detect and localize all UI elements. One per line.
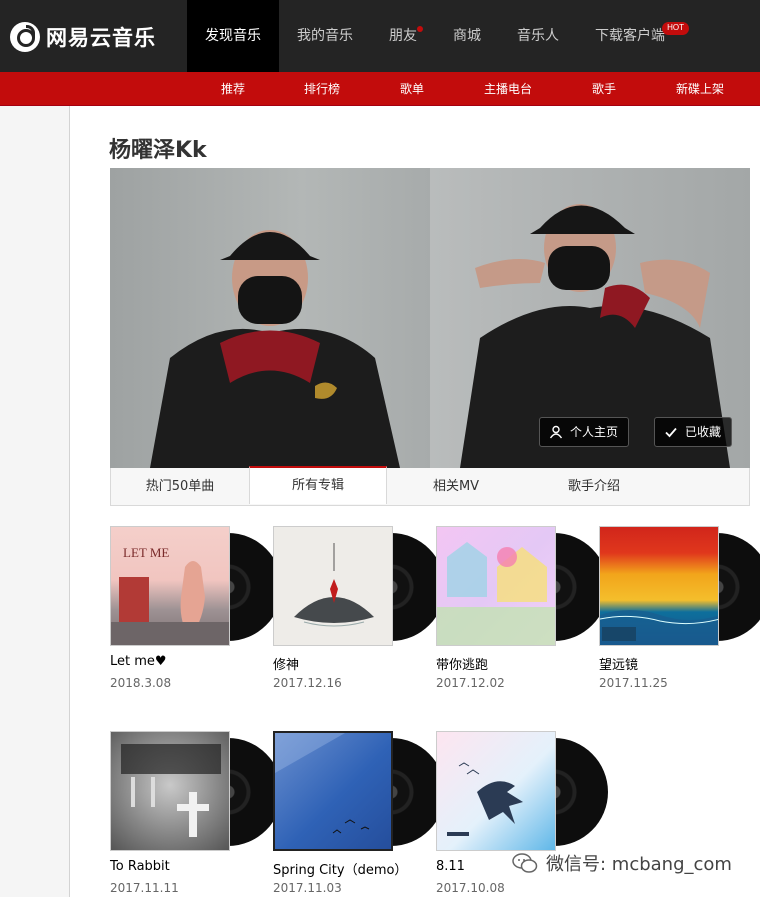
notification-dot [417, 26, 423, 32]
sub-navigation-bar: 推荐 排行榜 歌单 主播电台 歌手 新碟上架 [0, 72, 760, 106]
album-item[interactable]: 望远镜 2017.11.25 [599, 526, 760, 690]
nav-friends[interactable]: 朋友 [371, 0, 435, 72]
nav-musician[interactable]: 音乐人 [499, 0, 577, 72]
album-cover[interactable] [599, 526, 719, 646]
user-icon [549, 425, 563, 439]
album-date: 2017.10.08 [436, 881, 505, 895]
subnav-radio[interactable]: 主播电台 [484, 80, 532, 98]
svg-text:LET ME: LET ME [123, 545, 169, 560]
album-cover[interactable]: LET ME [110, 526, 230, 646]
album-item[interactable]: Spring City（demo） 2017.11.03 [273, 731, 445, 895]
album-cover[interactable] [273, 526, 393, 646]
subnav-recommend[interactable]: 推荐 [221, 80, 245, 98]
artist-tabs: 热门50单曲 所有专辑 相关MV 歌手介绍 [110, 466, 750, 506]
subnav-charts[interactable]: 排行榜 [304, 80, 340, 98]
netease-music-logo[interactable]: 网易云音乐 [10, 20, 156, 54]
top-navigation-bar: 网易云音乐 发现音乐 我的音乐 朋友 商城 音乐人 下载客户端 HOT [0, 0, 760, 72]
album-title[interactable]: To Rabbit [110, 859, 170, 874]
nav-discover[interactable]: 发现音乐 [187, 0, 279, 72]
tab-top-50-songs[interactable]: 热门50单曲 [111, 468, 249, 505]
checkmark-icon [665, 427, 677, 438]
album-date: 2018.3.08 [110, 676, 172, 690]
album-cover[interactable] [436, 731, 556, 851]
album-date: 2017.12.02 [436, 676, 505, 690]
album-title[interactable]: 修神 [273, 654, 299, 673]
artist-banner-photo: 个人主页 已收藏 [110, 168, 750, 468]
album-item[interactable]: To Rabbit 2017.11.11 [110, 731, 282, 895]
tab-all-albums[interactable]: 所有专辑 [249, 466, 387, 504]
album-title[interactable]: 带你逃跑 [436, 654, 488, 673]
netease-logo-icon [10, 22, 40, 52]
artist-homepage-button[interactable]: 个人主页 [539, 417, 630, 447]
album-item[interactable]: 8.11 2017.10.08 [436, 731, 608, 895]
tab-artist-intro[interactable]: 歌手介绍 [525, 468, 663, 505]
main-nav: 发现音乐 我的音乐 朋友 商城 音乐人 下载客户端 HOT [187, 0, 689, 72]
album-title[interactable]: 望远镜 [599, 654, 638, 673]
album-item[interactable]: 带你逃跑 2017.12.02 [436, 526, 608, 690]
nav-store[interactable]: 商城 [435, 0, 499, 72]
favorited-button[interactable]: 已收藏 [654, 417, 733, 447]
wechat-watermark: 微信号: mcbang_com [512, 850, 732, 876]
artist-photo-left [110, 168, 430, 468]
subnav-artists[interactable]: 歌手 [592, 80, 616, 98]
album-cover[interactable] [273, 731, 393, 851]
album-date: 2017.12.16 [273, 676, 342, 690]
logo-text: 网易云音乐 [46, 26, 156, 50]
album-date: 2017.11.25 [599, 676, 668, 690]
tab-related-mv[interactable]: 相关MV [387, 468, 525, 505]
watermark-text: 微信号: mcbang_com [546, 854, 732, 875]
subnav-playlists[interactable]: 歌单 [400, 80, 424, 98]
album-title[interactable]: Let me♥ [110, 654, 167, 669]
album-cover[interactable] [110, 731, 230, 851]
album-item[interactable]: LET ME Let me♥ 2018.3.08 [110, 526, 282, 690]
album-item[interactable]: 修神 2017.12.16 [273, 526, 445, 690]
album-title[interactable]: Spring City（demo） [273, 859, 407, 878]
album-date: 2017.11.11 [110, 881, 179, 895]
left-gutter [0, 106, 70, 897]
nav-download-client[interactable]: 下载客户端 HOT [577, 0, 689, 72]
album-cover[interactable] [436, 526, 556, 646]
nav-my-music[interactable]: 我的音乐 [279, 0, 371, 72]
album-date: 2017.11.03 [273, 881, 342, 895]
subnav-new-albums[interactable]: 新碟上架 [676, 80, 724, 98]
hot-badge: HOT [662, 22, 689, 35]
wechat-icon [512, 853, 538, 873]
artist-name: 杨曜泽Kk [109, 138, 207, 163]
album-title[interactable]: 8.11 [436, 859, 465, 874]
